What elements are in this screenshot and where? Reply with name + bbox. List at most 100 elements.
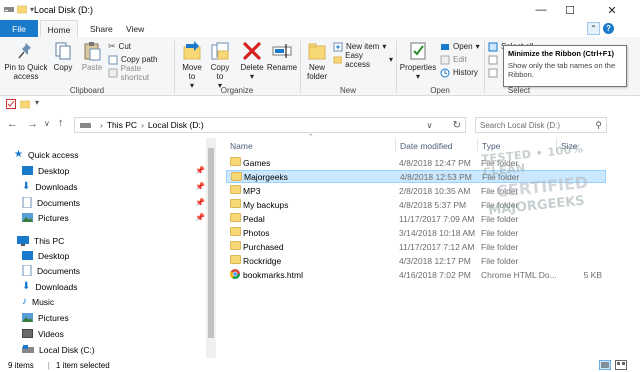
edit-button[interactable]: Edit [440, 53, 486, 66]
download-icon: ⬇ [22, 281, 31, 292]
help-icon[interactable]: ? [603, 23, 614, 34]
star-icon: ★ [14, 149, 23, 160]
paste-shortcut-icon [108, 68, 118, 77]
nav-pc-local-disk-c[interactable]: Local Disk (C:) [22, 342, 95, 357]
delete-button[interactable]: Delete ▾ [238, 41, 266, 81]
breadcrumb-local-disk[interactable]: Local Disk (D:) [148, 120, 204, 130]
details-view-icon[interactable] [599, 360, 611, 370]
copy-to-button[interactable]: Copy to ▾ [207, 41, 233, 90]
properties-button[interactable]: Properties ▾ [399, 41, 437, 81]
nav-quick-access[interactable]: ★ Quick access [14, 147, 79, 162]
drive-icon [22, 345, 34, 353]
copy-path-icon [108, 55, 118, 64]
file-name: Purchased [243, 241, 284, 252]
copy-icon [55, 42, 71, 60]
nav-qa-documents[interactable]: Documents [22, 195, 80, 210]
file-row-photos[interactable]: Photos 3/14/2018 10:18 AM File folder [226, 226, 606, 239]
column-divider[interactable] [477, 138, 478, 152]
search-box[interactable]: Search Local Disk (D:) ⚲ [475, 117, 607, 133]
address-dropdown-icon[interactable]: ∨ [426, 120, 432, 131]
file-date: 4/8/2018 5:37 PM [399, 199, 467, 210]
file-date: 4/8/2018 12:47 PM [399, 157, 471, 168]
easy-access-button[interactable]: Easy access ▾ [333, 51, 393, 69]
navigation-pane: ★ Quick access Desktop 📌 ⬇ Downloads 📌 D… [0, 138, 215, 358]
recent-locations-icon[interactable]: ∨ [44, 119, 50, 128]
nav-pc-pictures[interactable]: Pictures [22, 310, 69, 325]
column-date-modified[interactable]: Date modified [400, 141, 452, 151]
history-button[interactable]: History [440, 66, 486, 79]
pin-icon[interactable]: 📌 [195, 166, 205, 175]
nav-qa-downloads[interactable]: ⬇ Downloads [22, 179, 77, 194]
documents-icon [22, 265, 32, 276]
new-folder-button[interactable]: New folder [303, 41, 331, 81]
file-row-rockridge[interactable]: Rockridge 4/3/2018 12:17 PM File folder [226, 254, 606, 267]
pin-icon[interactable]: 📌 [195, 198, 205, 207]
nav-scrollbar[interactable] [206, 138, 216, 358]
address-bar[interactable]: › This PC › Local Disk (D:) ∨ ↻ [74, 117, 466, 133]
search-placeholder: Search Local Disk (D:) [480, 120, 561, 130]
refresh-icon[interactable]: ↻ [453, 120, 461, 131]
maximize-button[interactable]: ☐ [556, 0, 584, 20]
open-button[interactable]: Open ▾ [440, 40, 486, 53]
dropdown-icon: ▾ [249, 72, 254, 81]
window-title: Local Disk (D:) [34, 5, 94, 15]
nav-label: Downloads [35, 181, 78, 192]
forward-arrow-icon[interactable]: → [27, 118, 38, 130]
pin-to-quick-access-button[interactable]: Pin to Quick access [4, 41, 48, 81]
move-to-button[interactable]: Move to ▾ [179, 41, 205, 90]
file-date: 4/8/2018 12:53 PM [400, 171, 472, 182]
tab-file[interactable]: File [0, 20, 38, 38]
computer-icon [17, 235, 29, 246]
nav-qa-pictures[interactable]: Pictures [22, 210, 69, 225]
file-row-bookmarks[interactable]: bookmarks.html 4/16/2018 7:02 PM Chrome HT… [226, 268, 606, 281]
file-date: 4/16/2018 7:02 PM [399, 269, 471, 280]
properties-qat-icon[interactable] [6, 99, 16, 109]
minimize-button[interactable]: — [527, 0, 555, 20]
new-folder-icon [308, 43, 326, 60]
large-icons-view-icon[interactable] [615, 360, 627, 370]
rename-button[interactable]: Rename [267, 41, 297, 72]
copy-to-icon [211, 42, 229, 60]
paste-shortcut-button[interactable]: Paste shortcut [108, 64, 170, 82]
nav-pc-music[interactable]: ♪ Music [22, 294, 54, 309]
breadcrumb-separator: › [141, 120, 144, 130]
cut-button[interactable]: ✂ Cut [108, 40, 170, 53]
file-row-purchased[interactable]: Purchased 11/17/2017 7:12 AM File folder [226, 240, 606, 253]
nav-scroll-thumb[interactable] [208, 148, 214, 338]
close-button[interactable]: ✕ [598, 0, 626, 20]
nav-qa-desktop[interactable]: Desktop [22, 163, 69, 178]
quick-access-toolbar: ▾ [4, 4, 34, 14]
folder-icon[interactable] [17, 4, 27, 14]
nav-pc-downloads[interactable]: ⬇ Downloads [22, 279, 77, 294]
download-icon: ⬇ [22, 181, 31, 192]
copy-button[interactable]: Copy [51, 41, 75, 72]
back-arrow-icon[interactable]: ← [7, 118, 18, 130]
file-name: Rockridge [243, 255, 282, 266]
quick-access-bar: ▾ [0, 96, 640, 112]
customize-toolbar-icon[interactable]: ▾ [35, 98, 39, 107]
minimize-ribbon-button[interactable]: ⌃ [587, 22, 600, 35]
pictures-icon [22, 213, 33, 222]
breadcrumb-this-pc[interactable]: This PC [107, 120, 137, 130]
pin-icon[interactable]: 📌 [195, 182, 205, 191]
tab-view[interactable]: View [116, 20, 154, 38]
search-icon[interactable]: ⚲ [595, 120, 602, 131]
pin-icon[interactable]: 📌 [195, 213, 205, 222]
select-group-label: Select [507, 86, 531, 95]
nav-pc-desktop[interactable]: Desktop [22, 248, 69, 263]
file-name: Majorgeeks [244, 171, 288, 182]
nav-pc-documents[interactable]: Documents [22, 263, 80, 278]
drive-icon[interactable] [4, 4, 14, 14]
up-arrow-icon[interactable]: ↑ [58, 117, 64, 129]
paste-button[interactable]: Paste [79, 41, 105, 72]
file-name: MP3 [243, 185, 261, 196]
column-name[interactable]: Name [230, 141, 253, 151]
folder-icon [230, 241, 241, 250]
tooltip-title: Minimize the Ribbon (Ctrl+F1) [508, 49, 615, 58]
nav-this-pc[interactable]: This PC [17, 233, 64, 248]
file-name: bookmarks.html [243, 269, 303, 280]
nav-pc-videos[interactable]: Videos [22, 326, 64, 341]
column-divider[interactable] [395, 138, 396, 152]
new-folder-qat-icon[interactable] [20, 99, 30, 109]
file-type: File folder [481, 227, 519, 238]
